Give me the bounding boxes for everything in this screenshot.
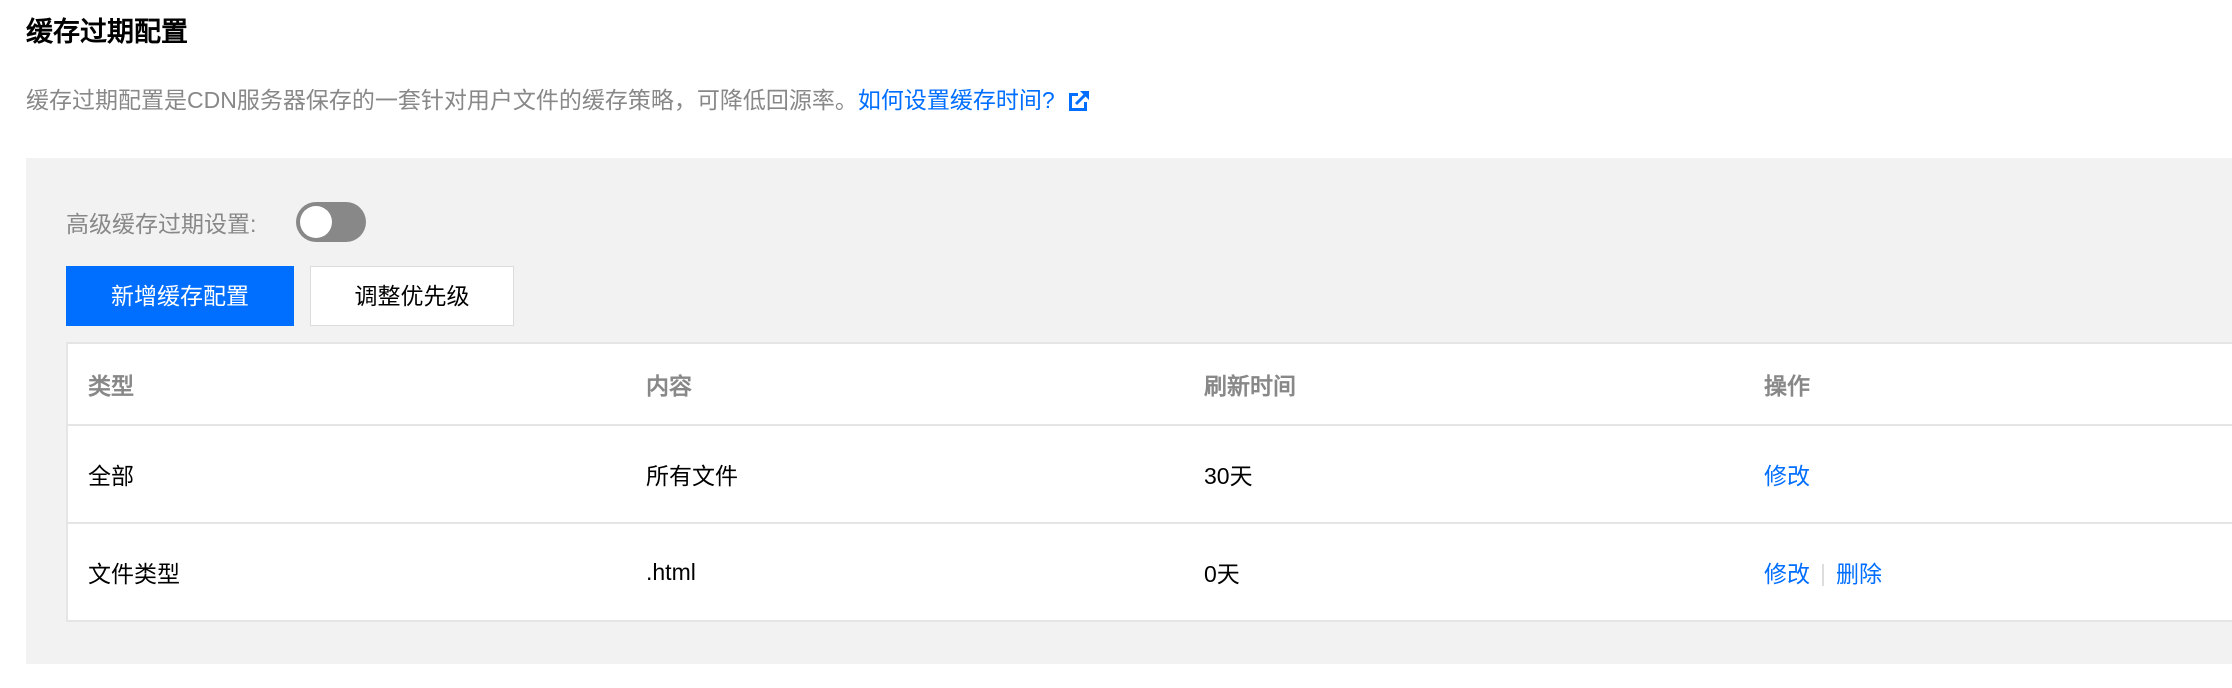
- edit-link[interactable]: 修改: [1764, 561, 1810, 587]
- cell-refresh-time: 30天: [1204, 463, 1253, 489]
- advanced-setting-toggle[interactable]: [296, 202, 367, 242]
- cache-config-panel: 高级缓存过期设置: 新增缓存配置 调整优先级 类型 内容 刷新时间 操作 全部 …: [26, 158, 2232, 664]
- advanced-setting-row: 高级缓存过期设置:: [66, 200, 367, 244]
- cell-content: 所有文件: [646, 463, 738, 489]
- column-header-content: 内容: [646, 373, 692, 399]
- toolbar: 新增缓存配置 调整优先级: [66, 266, 514, 326]
- page-title: 缓存过期配置: [26, 17, 188, 47]
- column-header-type: 类型: [88, 373, 134, 399]
- table-row: 文件类型 .html 0天 修改 删除: [68, 524, 2232, 620]
- edit-link[interactable]: 修改: [1764, 463, 1810, 489]
- add-cache-config-button[interactable]: 新增缓存配置: [66, 266, 294, 326]
- action-divider: [1822, 564, 1824, 586]
- cell-type: 全部: [88, 463, 134, 489]
- cache-expiration-page: 缓存过期配置 缓存过期配置是CDN服务器保存的一套针对用户文件的缓存策略，可降低…: [0, 0, 2232, 688]
- description-text: 缓存过期配置是CDN服务器保存的一套针对用户文件的缓存策略，可降低回源率。: [26, 87, 858, 113]
- adjust-priority-button[interactable]: 调整优先级: [310, 266, 514, 326]
- cell-refresh-time: 0天: [1204, 561, 1240, 587]
- delete-link[interactable]: 删除: [1836, 561, 1882, 587]
- page-description: 缓存过期配置是CDN服务器保存的一套针对用户文件的缓存策略，可降低回源率。如何设…: [26, 80, 1089, 120]
- advanced-setting-label: 高级缓存过期设置:: [66, 211, 257, 237]
- help-link[interactable]: 如何设置缓存时间?: [858, 87, 1055, 113]
- toggle-knob: [300, 206, 333, 238]
- table-row: 全部 所有文件 30天 修改: [68, 426, 2232, 524]
- external-link-icon[interactable]: [1068, 83, 1089, 111]
- cell-actions: 修改: [1744, 457, 2232, 491]
- column-header-refresh-time: 刷新时间: [1204, 373, 1296, 399]
- column-header-actions: 操作: [1764, 373, 1810, 399]
- cache-rules-table: 类型 内容 刷新时间 操作 全部 所有文件 30天 修改 文件类型 .html …: [66, 342, 2232, 622]
- cell-content: .html: [646, 558, 696, 585]
- cell-type: 文件类型: [88, 561, 180, 587]
- table-header-row: 类型 内容 刷新时间 操作: [68, 344, 2232, 426]
- cell-actions: 修改 删除: [1744, 555, 2232, 589]
